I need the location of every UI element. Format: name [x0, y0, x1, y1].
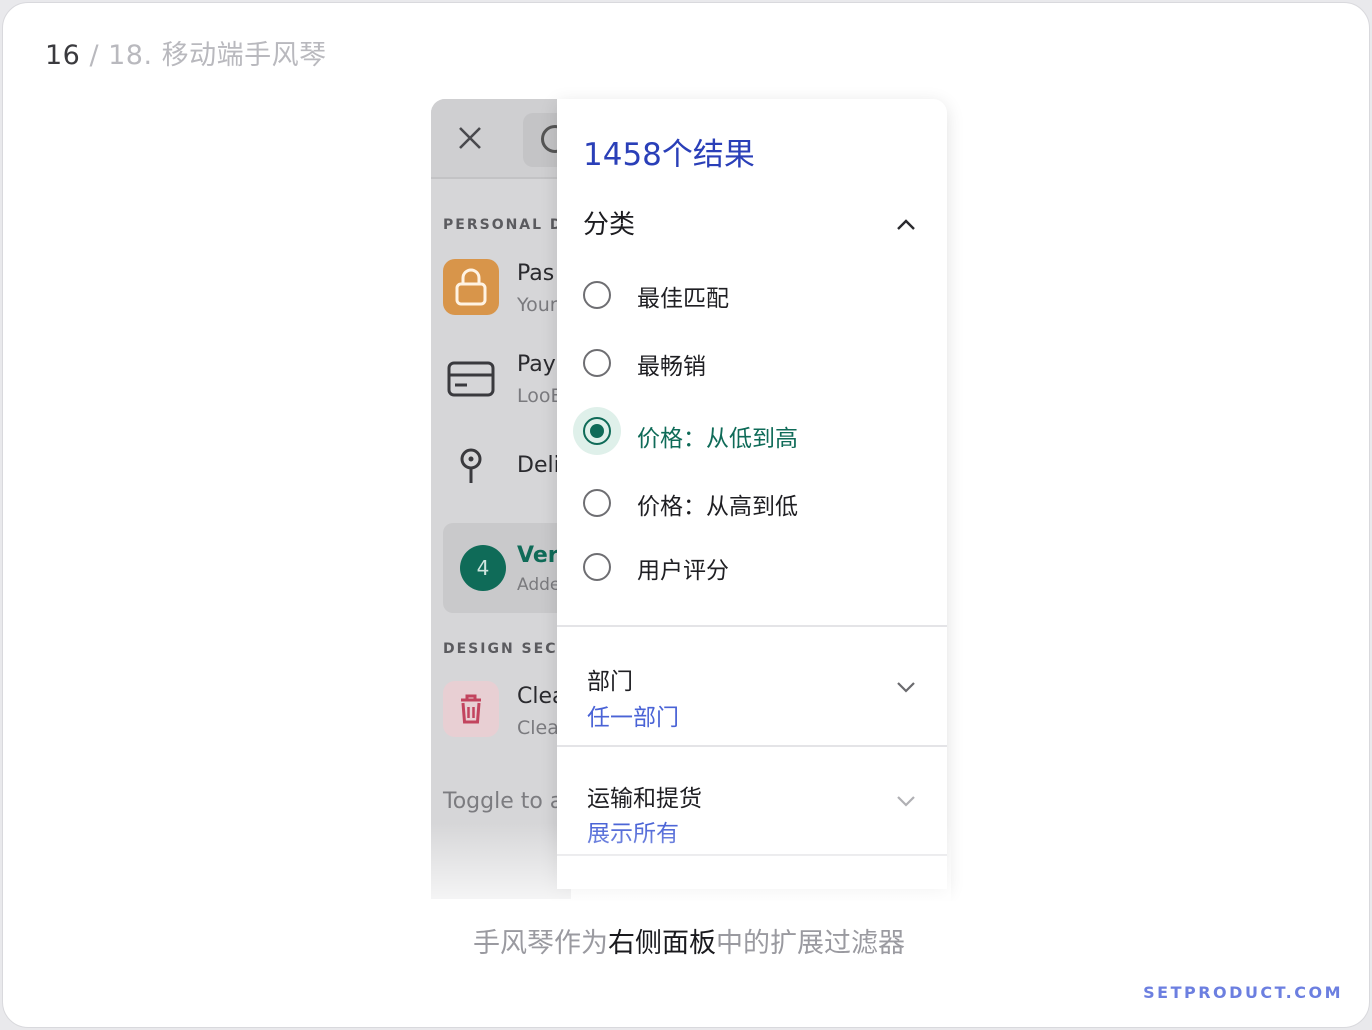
radio-button[interactable]: [583, 349, 611, 377]
brand-link[interactable]: SETPRODUCT.COM: [1143, 983, 1343, 1002]
item-title-delivery[interactable]: Deli: [517, 453, 560, 478]
divider: [557, 745, 947, 747]
section-label-personal: PERSONAL DE: [443, 217, 571, 233]
option-label: 最佳匹配: [637, 286, 729, 312]
item-subtitle-clear: Clea: [517, 717, 559, 739]
option-user-rating[interactable]: 用户评分: [557, 543, 947, 593]
card-icon: [447, 361, 495, 397]
close-icon[interactable]: [457, 125, 483, 151]
slide-counter: 16 / 18. 移动端手风琴: [45, 33, 327, 72]
radio-button[interactable]: [583, 281, 611, 309]
slide-current: 16: [45, 40, 81, 71]
department-value: 任一部门: [587, 705, 679, 731]
category-accordion-title[interactable]: 分类: [583, 204, 635, 241]
slide-frame: 16 / 18. 移动端手风琴 PERSONAL DE Pas Your Pay: [2, 2, 1370, 1028]
option-label: 价格：从低到高: [637, 426, 798, 452]
location-pin-icon: [460, 448, 482, 483]
item-title-payment[interactable]: Pay: [517, 352, 556, 377]
slide-caption: 手风琴作为右侧面板中的扩展过滤器: [3, 921, 1369, 960]
version-subtitle: Adde: [517, 575, 561, 595]
results-count: 1458个结果: [583, 137, 755, 173]
radio-button-selected[interactable]: [583, 417, 611, 445]
item-subtitle-password: Your: [517, 294, 558, 316]
shipping-accordion-title[interactable]: 运输和提货: [587, 779, 702, 813]
toggle-label: Toggle to a: [443, 789, 564, 814]
option-label: 用户评分: [637, 558, 729, 584]
radio-button[interactable]: [583, 553, 611, 581]
option-label: 最畅销: [637, 354, 706, 380]
option-best-match[interactable]: 最佳匹配: [557, 271, 947, 321]
chevron-down-icon[interactable]: [894, 789, 918, 813]
shipping-value: 展示所有: [587, 821, 679, 847]
lock-icon: [443, 259, 499, 315]
trash-icon: [443, 681, 499, 737]
version-card[interactable]: 4 Vers Adde: [443, 523, 571, 613]
top-bar: [431, 99, 571, 179]
divider: [557, 854, 947, 856]
chevron-down-icon[interactable]: [894, 675, 918, 699]
slide-title: / 18. 移动端手风琴: [80, 40, 327, 71]
option-price-low-high[interactable]: 价格：从低到高: [557, 407, 947, 457]
section-label-design: DESIGN SECU: [443, 641, 571, 657]
version-badge: 4: [460, 545, 506, 591]
filter-panel: 1458个结果 分类 最佳匹配 最畅销 价格：从低到高 价格：从高到低 用户评分…: [557, 99, 947, 889]
option-price-high-low[interactable]: 价格：从高到低: [557, 479, 947, 529]
chevron-up-icon[interactable]: [894, 213, 918, 237]
item-title-password[interactable]: Pas: [517, 261, 554, 286]
department-accordion-title[interactable]: 部门: [587, 662, 633, 696]
divider: [557, 625, 947, 627]
item-subtitle-payment: LooE: [517, 385, 563, 407]
option-label: 价格：从高到低: [637, 494, 798, 520]
caption-text: 中的扩展过滤器: [716, 928, 905, 959]
background-settings-screen: PERSONAL DE Pas Your Pay LooE Deli 4 Ver…: [431, 99, 571, 899]
option-best-selling[interactable]: 最畅销: [557, 339, 947, 389]
caption-emphasis: 右侧面板: [608, 928, 716, 959]
radio-button[interactable]: [583, 489, 611, 517]
caption-text: 手风琴作为: [473, 928, 608, 959]
